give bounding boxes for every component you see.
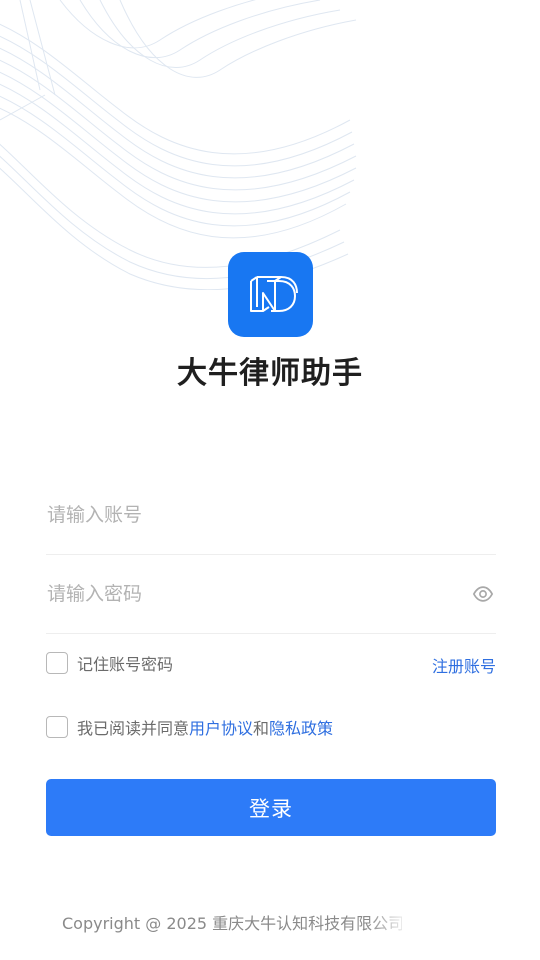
background-pattern [0,0,357,290]
remember-row: 记住账号密码 注册账号 [46,650,496,676]
nd-logo-icon [249,275,298,312]
user-agreement-link[interactable]: 用户协议 [189,719,253,738]
account-input[interactable] [46,476,457,554]
agreement-checkbox[interactable] [46,716,68,738]
copyright-fade [368,906,428,936]
login-button[interactable]: 登录 [46,779,496,836]
remember-label: 记住账号密码 [77,655,174,674]
agreement-text: 我已阅读并同意用户协议和隐私政策 [77,715,333,739]
agreement-and: 和 [253,719,270,738]
agreement-prefix: 我已阅读并同意 [77,719,190,738]
remember-checkbox[interactable] [46,652,68,674]
app-title: 大牛律师助手 [177,356,363,391]
app-logo [228,252,313,337]
privacy-policy-link[interactable]: 隐私政策 [269,719,333,738]
copyright-text: Copyright @ 2025 重庆大牛认知科技有限公司 [62,914,402,933]
password-input[interactable] [46,555,457,633]
eye-icon[interactable] [470,581,496,607]
register-link[interactable]: 注册账号 [432,653,496,677]
agreement-row: 我已阅读并同意用户协议和隐私政策 [46,714,496,740]
password-field-wrapper [46,555,496,634]
account-field-wrapper [46,476,496,555]
